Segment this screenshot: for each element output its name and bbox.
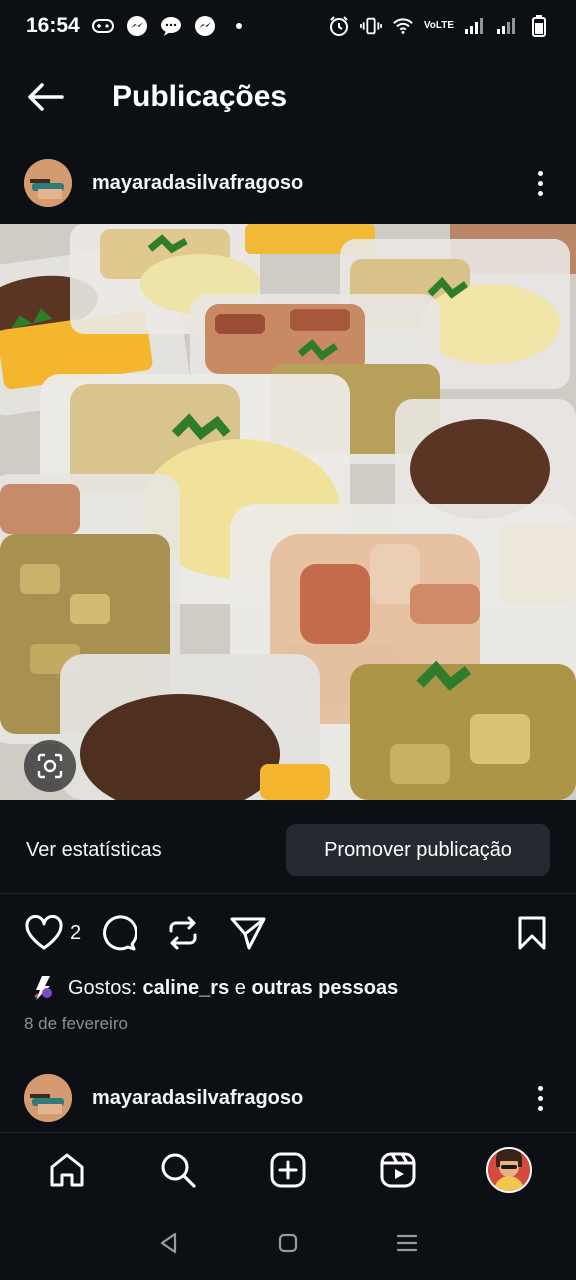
send-icon [230,917,266,950]
more-vertical-icon[interactable] [528,163,552,203]
liker-avatar[interactable] [26,972,58,1004]
bottom-nav [0,1132,576,1206]
bookmark-icon [518,916,546,950]
heart-icon [25,915,63,950]
menu-lines-icon [396,1234,417,1252]
system-nav-bar [0,1206,576,1280]
search-icon [161,1153,196,1188]
post-insights-row: Ver estatísticas Promover publicação [0,820,576,880]
alarm-icon [328,15,350,37]
post-header: mayaradasilvafragoso [0,153,576,213]
next-post-header: mayaradasilvafragoso [0,1068,576,1128]
app-header: Publicações [0,62,576,132]
system-home-button[interactable] [266,1221,310,1265]
signal-icon [464,15,486,37]
post-date: 8 de fevereiro [24,1014,128,1033]
system-status-icons: VoLTE [328,15,550,37]
likes-text[interactable]: Gostos: caline_rs e outras pessoas [68,977,398,1000]
repost-icon [169,916,197,950]
like-button[interactable]: 2 [24,915,81,951]
avatar[interactable] [24,1074,72,1122]
nav-create[interactable] [258,1140,318,1200]
create-icon [270,1152,306,1187]
likes-summary: Gostos: caline_rs e outras pessoas [0,968,576,1008]
nav-home[interactable] [37,1140,97,1200]
reels-icon [380,1152,416,1187]
wifi-icon [392,15,414,37]
divider [0,893,576,894]
like-count[interactable]: 2 [70,922,81,945]
post-image[interactable] [0,224,576,800]
profile-avatar [485,1146,532,1193]
notification-icons [91,15,250,37]
back-button[interactable] [20,72,70,122]
post-actions: 2 [0,904,576,962]
save-button[interactable] [516,915,548,951]
status-bar: 16:54 VoLTE [0,0,576,52]
post-username[interactable]: mayaradasilvafragoso [92,172,303,195]
system-back-button[interactable] [147,1221,191,1265]
more-notifications-dot-icon [228,15,250,37]
more-vertical-icon[interactable] [528,1078,552,1118]
battery-icon [528,15,550,37]
messenger-icon [126,15,148,37]
share-button[interactable] [229,915,267,951]
square-home-icon [278,1233,298,1253]
arrow-left-icon [28,83,64,111]
comment-icon [103,915,138,951]
nav-search[interactable] [148,1140,208,1200]
home-icon [50,1153,84,1186]
volte-label: VoLTE [423,20,454,31]
signal-icon [496,15,518,37]
comment-button[interactable] [99,914,138,952]
page-title: Publicações [112,80,288,113]
nav-reels[interactable] [368,1140,428,1200]
chat-bubble-icon [160,15,182,37]
system-recents-button[interactable] [385,1221,429,1265]
triangle-back-icon [161,1232,177,1254]
avatar[interactable] [24,159,72,207]
view-insights-link[interactable]: Ver estatísticas [26,839,162,862]
promote-post-button[interactable]: Promover publicação [286,824,550,876]
nav-profile[interactable] [479,1140,539,1200]
vibrate-icon [359,15,382,37]
next-post-username[interactable]: mayaradasilvafragoso [92,1087,303,1110]
status-time: 16:54 [26,14,80,37]
game-controller-icon [91,15,114,37]
repost-button[interactable] [165,915,201,951]
messenger-icon [194,15,216,37]
visual-search-icon[interactable] [24,740,76,792]
